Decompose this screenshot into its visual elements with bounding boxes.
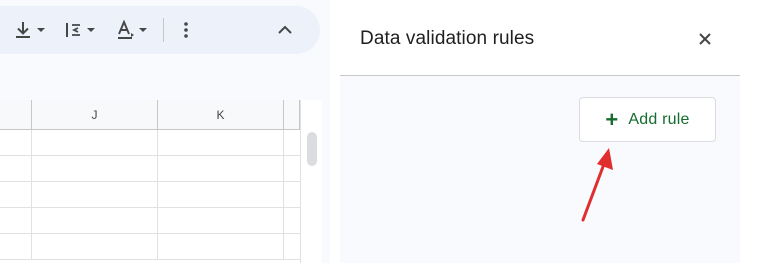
table-row — [0, 234, 300, 260]
grid-cell[interactable] — [0, 182, 32, 208]
text-color-button[interactable] — [114, 18, 150, 42]
grid-cell[interactable] — [0, 156, 32, 182]
grid-cell[interactable] — [32, 208, 158, 234]
table-row — [0, 208, 300, 234]
scrollbar-thumb[interactable] — [307, 132, 317, 166]
more-options-button[interactable] — [176, 18, 196, 42]
text-direction-rtl-icon — [64, 19, 84, 41]
grid-cell[interactable] — [158, 130, 284, 156]
grid-cell[interactable] — [158, 234, 284, 260]
grid-cell[interactable] — [32, 156, 158, 182]
close-icon — [697, 31, 713, 52]
column-header-row: J K — [0, 100, 300, 130]
grid-cell[interactable] — [0, 130, 32, 156]
chevron-down-icon — [34, 23, 48, 37]
panel-title: Data validation rules — [360, 28, 535, 49]
close-panel-button[interactable] — [693, 29, 717, 53]
text-direction-button[interactable] — [64, 18, 98, 42]
more-vert-icon — [176, 19, 196, 41]
collapse-toolbar-button[interactable] — [274, 18, 296, 42]
grid-cell[interactable] — [158, 208, 284, 234]
table-row — [0, 130, 300, 156]
grid-cell[interactable] — [32, 130, 158, 156]
add-rule-button[interactable]: + Add rule — [579, 97, 716, 142]
grid-cell[interactable] — [0, 208, 32, 234]
grid-cell[interactable] — [158, 156, 284, 182]
table-row — [0, 182, 300, 208]
table-row — [0, 156, 300, 182]
plus-icon: + — [605, 106, 619, 132]
grid-cell[interactable] — [158, 182, 284, 208]
vertical-align-bottom-icon — [12, 19, 34, 41]
formatting-toolbar — [0, 6, 320, 54]
panel-body: + Add rule — [340, 76, 740, 263]
toolbar-divider — [163, 18, 164, 42]
chevron-up-icon — [274, 19, 296, 41]
grid-cell[interactable] — [32, 182, 158, 208]
column-header-j[interactable]: J — [32, 100, 158, 130]
column-header-partial[interactable] — [0, 100, 32, 130]
grid-cell[interactable] — [0, 234, 32, 260]
column-header-k[interactable]: K — [158, 100, 284, 130]
text-color-a-icon — [114, 19, 136, 41]
add-rule-label: Add rule — [628, 110, 690, 128]
data-validation-panel: Data validation rules + Add rule — [340, 0, 740, 263]
chevron-down-icon — [84, 23, 98, 37]
vertical-align-button[interactable] — [12, 18, 48, 42]
vertical-scrollbar[interactable] — [300, 100, 322, 263]
chevron-down-icon — [136, 23, 150, 37]
sheet-grid: J K — [0, 100, 322, 263]
grid-cell[interactable] — [32, 234, 158, 260]
column-header-partial[interactable] — [284, 100, 300, 130]
